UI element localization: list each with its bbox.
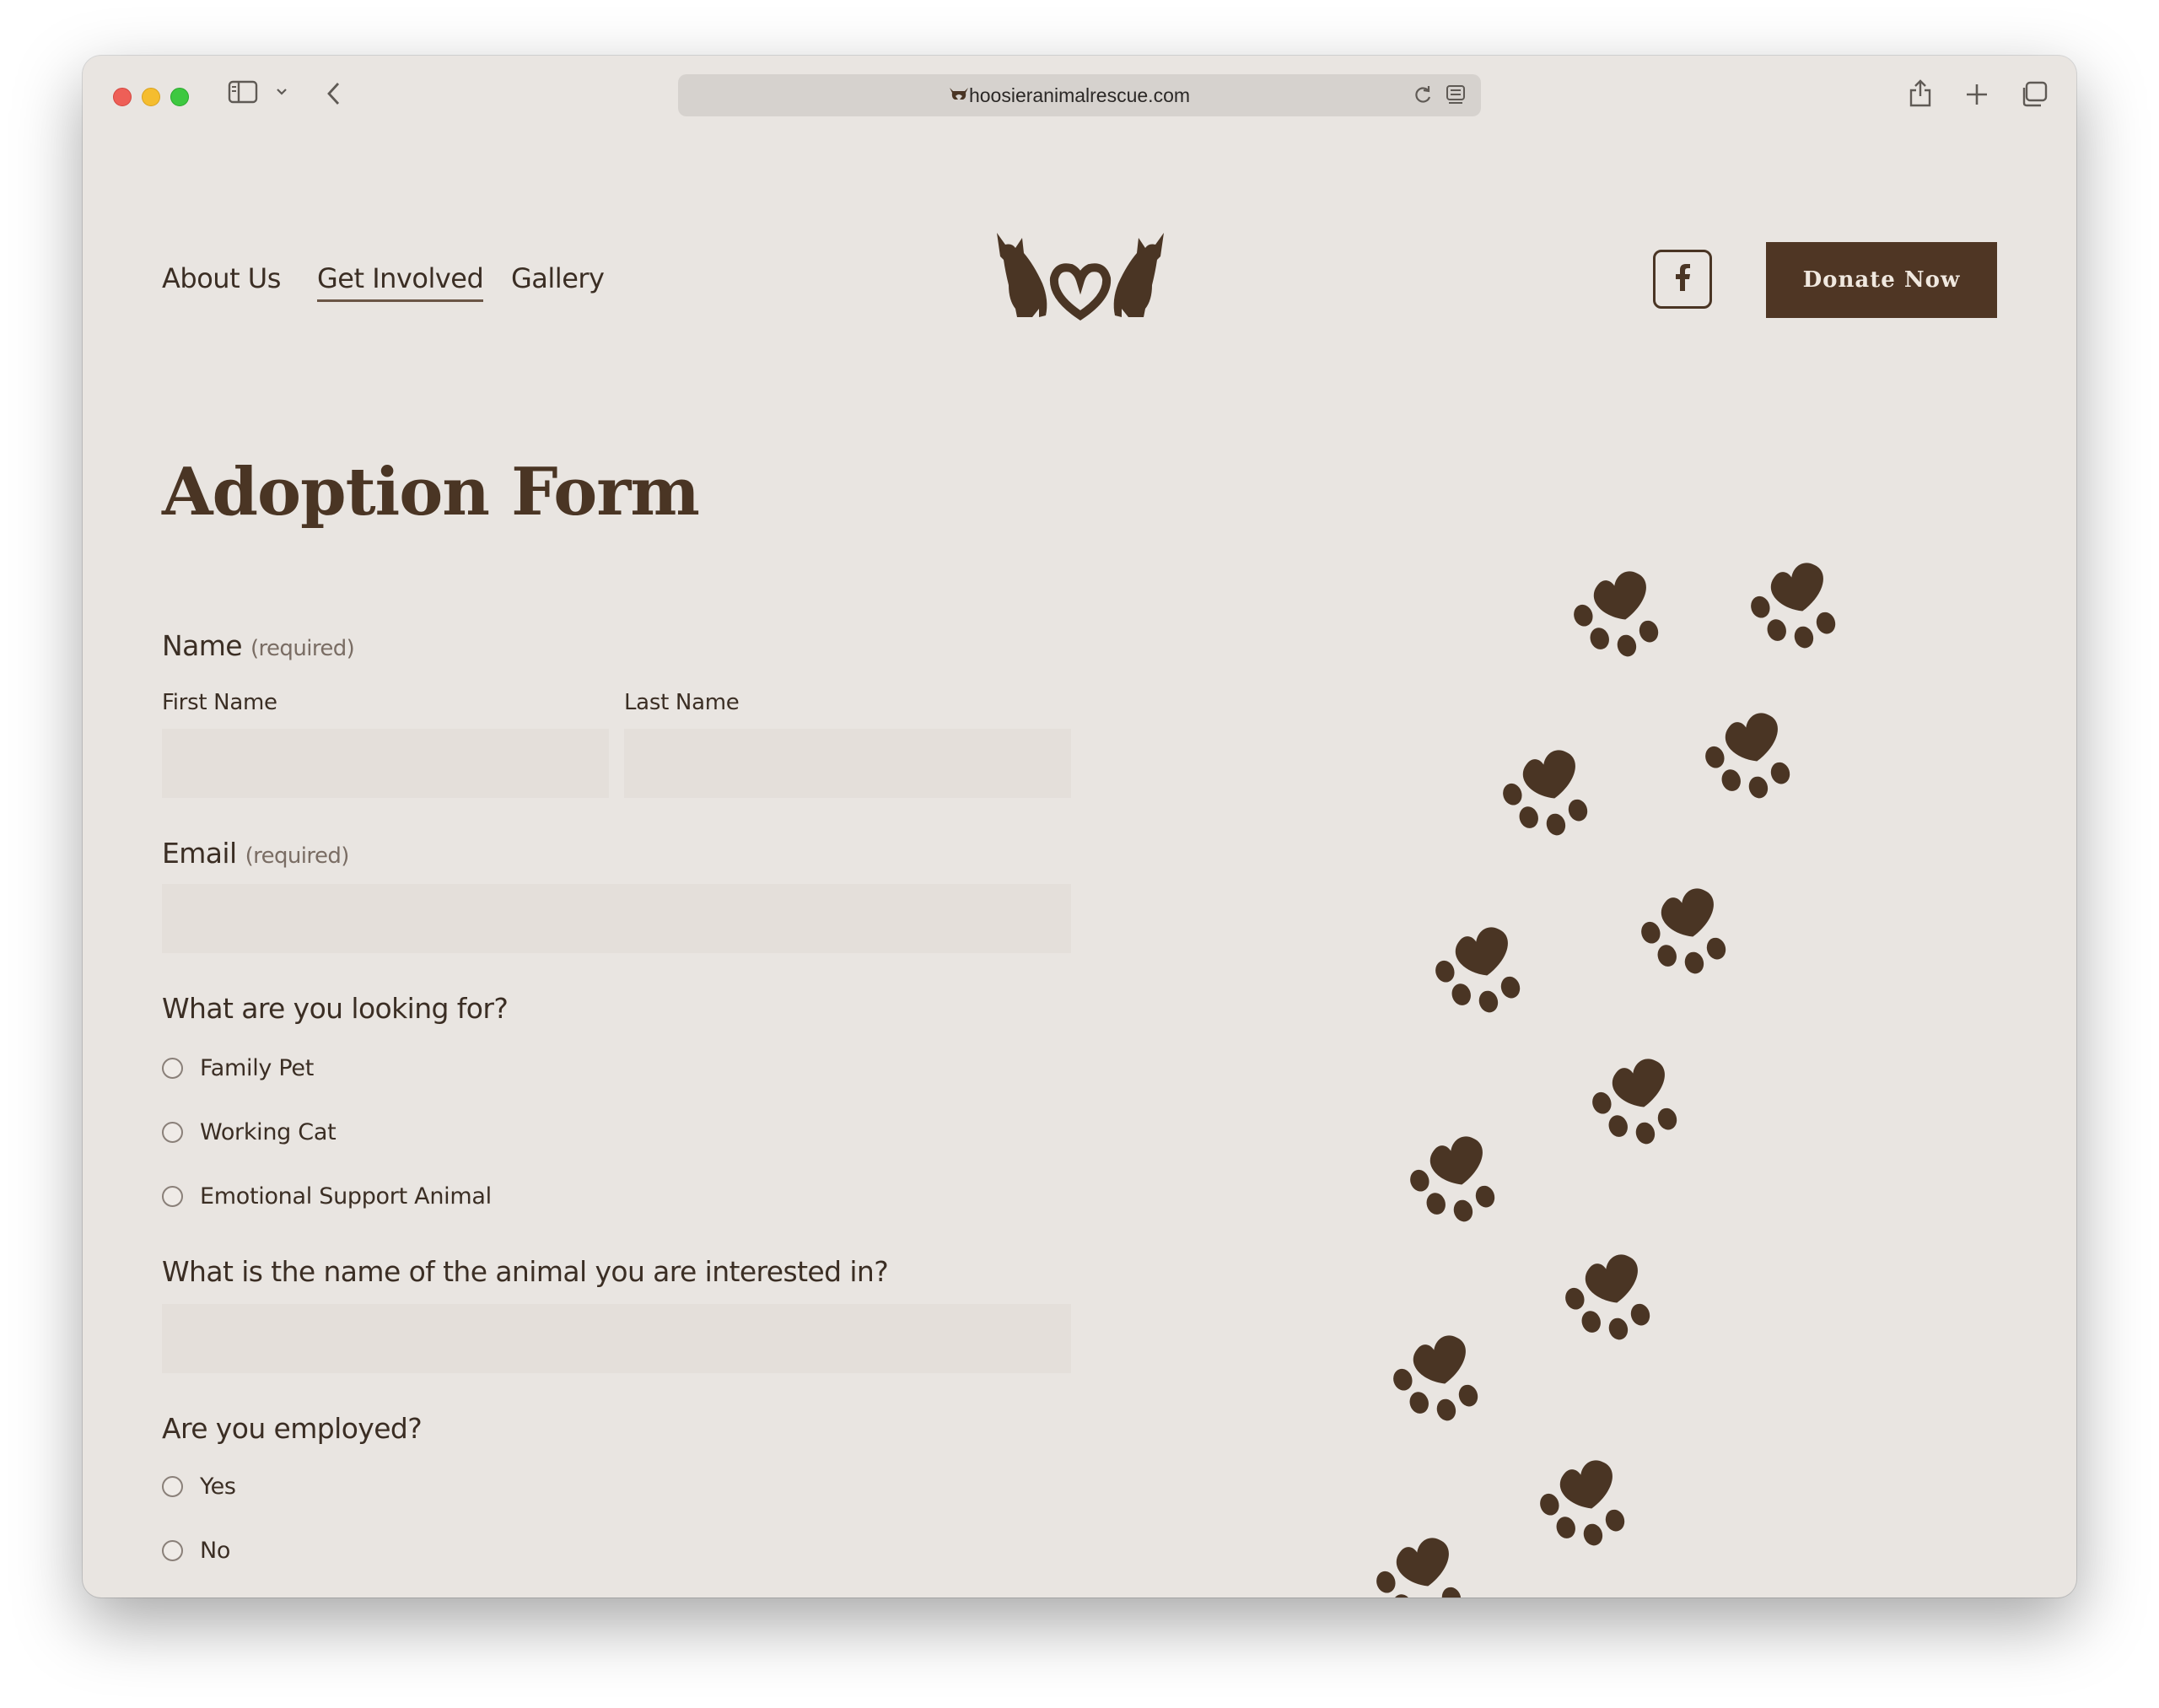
close-window-button[interactable] xyxy=(113,88,132,106)
paw-print-icon xyxy=(1584,1054,1685,1157)
paw-print-icon xyxy=(1565,567,1666,670)
paw-print-icon xyxy=(1697,709,1798,811)
site-logo[interactable] xyxy=(993,231,1167,326)
browser-window: hoosieranimalrescue.com About Us Get Inv… xyxy=(83,56,2076,1598)
name-label-text: Name xyxy=(162,629,243,662)
looking-for-option-family-pet[interactable]: Family Pet xyxy=(162,1051,314,1085)
new-tab-icon[interactable] xyxy=(1965,83,1989,110)
radio-label: Working Cat xyxy=(200,1118,337,1145)
last-name-input[interactable] xyxy=(624,729,1071,798)
back-icon[interactable] xyxy=(326,81,342,110)
email-required-note: (required) xyxy=(245,843,350,869)
chevron-down-icon[interactable] xyxy=(275,86,288,101)
url-text: hoosieranimalrescue.com xyxy=(968,84,1191,106)
radio-button[interactable] xyxy=(162,1185,183,1207)
first-name-label: First Name xyxy=(162,690,277,715)
radio-button[interactable] xyxy=(162,1057,183,1079)
address-bar[interactable]: hoosieranimalrescue.com xyxy=(678,74,1481,116)
reload-icon[interactable] xyxy=(1412,84,1434,110)
radio-label: No xyxy=(200,1537,231,1564)
browser-toolbar: hoosieranimalrescue.com xyxy=(83,56,2076,137)
paw-print-icon xyxy=(1633,884,1734,987)
paw-print-icon xyxy=(1532,1456,1633,1559)
last-name-label: Last Name xyxy=(624,690,740,715)
radio-button[interactable] xyxy=(162,1121,183,1143)
two-cats-heart-icon xyxy=(993,233,1167,326)
paw-print-icon xyxy=(1385,1331,1486,1434)
tab-overview-icon[interactable] xyxy=(2019,81,2048,112)
employed-option-no[interactable]: No xyxy=(162,1533,230,1567)
nav-gallery[interactable]: Gallery xyxy=(511,262,605,294)
paw-print-icon xyxy=(1427,923,1528,1026)
radio-button[interactable] xyxy=(162,1475,183,1497)
name-label: Name (required) xyxy=(162,629,355,662)
radio-label: Yes xyxy=(200,1473,236,1500)
radio-button[interactable] xyxy=(162,1539,183,1561)
email-label-text: Email xyxy=(162,837,237,870)
sidebar-toggle-icon[interactable] xyxy=(228,79,258,109)
animal-name-input[interactable] xyxy=(162,1304,1071,1373)
reader-icon[interactable] xyxy=(1446,84,1466,110)
donate-now-button[interactable]: Donate Now xyxy=(1766,242,1997,318)
looking-for-label: What are you looking for? xyxy=(162,992,509,1025)
animal-name-label: What is the name of the animal you are i… xyxy=(162,1255,889,1288)
radio-label: Emotional Support Animal xyxy=(200,1183,492,1210)
facebook-icon xyxy=(1674,263,1691,295)
share-icon[interactable] xyxy=(1908,78,1933,112)
email-label: Email (required) xyxy=(162,837,349,870)
radio-label: Family Pet xyxy=(200,1054,314,1081)
looking-for-option-emotional-support[interactable]: Emotional Support Animal xyxy=(162,1179,492,1213)
nav-about-us[interactable]: About Us xyxy=(162,262,281,294)
facebook-button[interactable] xyxy=(1653,250,1712,309)
paw-print-icon xyxy=(1742,558,1844,661)
paw-print-icon xyxy=(1368,1533,1469,1598)
nav-get-involved[interactable]: Get Involved xyxy=(317,262,484,302)
zoom-window-button[interactable] xyxy=(170,88,189,106)
employed-label: Are you employed? xyxy=(162,1412,423,1445)
name-required-note: (required) xyxy=(250,636,355,661)
minimize-window-button[interactable] xyxy=(142,88,160,106)
email-input[interactable] xyxy=(162,884,1071,953)
paw-print-icon xyxy=(1557,1250,1658,1353)
employed-option-yes[interactable]: Yes xyxy=(162,1469,236,1503)
first-name-input[interactable] xyxy=(162,729,609,798)
looking-for-option-working-cat[interactable]: Working Cat xyxy=(162,1115,337,1149)
paw-print-icon xyxy=(1494,746,1596,849)
paw-print-icon xyxy=(1402,1132,1503,1235)
page-title: Adoption Form xyxy=(162,454,700,531)
